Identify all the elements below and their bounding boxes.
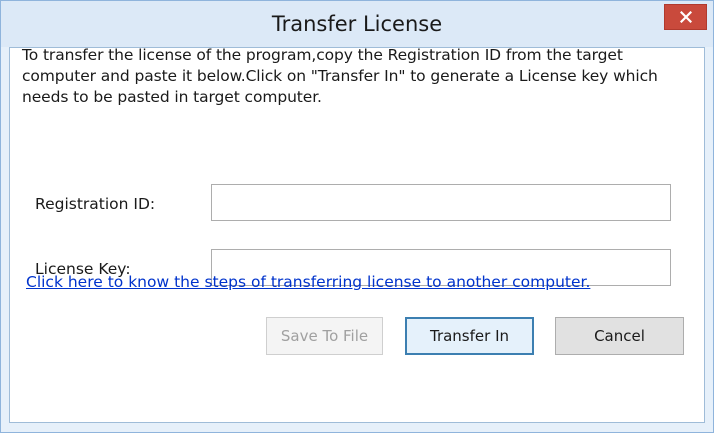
window-title: Transfer License	[271, 12, 443, 36]
save-to-file-button[interactable]: Save To File	[266, 317, 383, 355]
transfer-steps-link[interactable]: Click here to know the steps of transfer…	[26, 273, 590, 291]
close-icon	[679, 11, 692, 23]
cancel-button[interactable]: Cancel	[555, 317, 684, 355]
registration-id-input[interactable]	[211, 184, 671, 221]
title-bar[interactable]: Transfer License	[1, 1, 713, 47]
transfer-in-button[interactable]: Transfer In	[405, 317, 534, 355]
transfer-license-dialog: Transfer License To transfer the license…	[0, 0, 714, 433]
close-button[interactable]	[664, 4, 707, 30]
registration-id-label: Registration ID:	[35, 195, 156, 213]
instructions-text: To transfer the license of the program,c…	[22, 46, 658, 106]
